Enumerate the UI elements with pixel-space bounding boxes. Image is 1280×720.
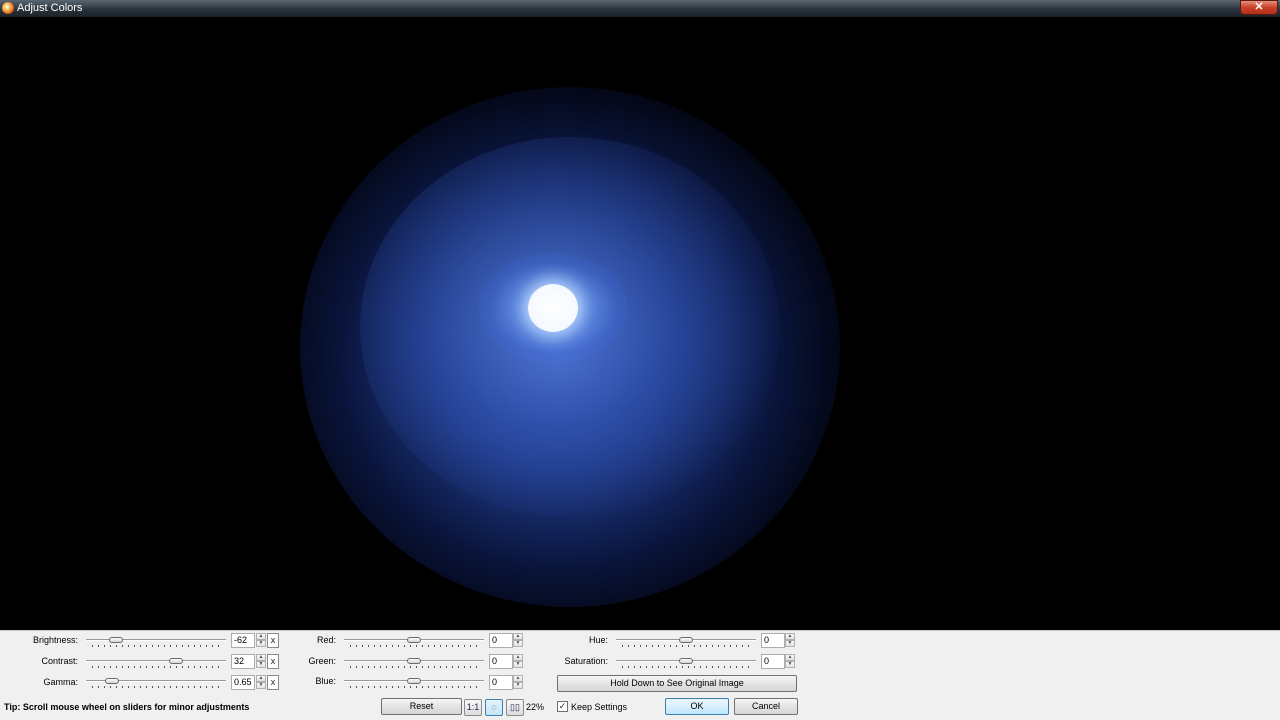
- one-to-one-button[interactable]: 1:1: [464, 699, 482, 716]
- split-view-icon[interactable]: ▯▯: [506, 699, 524, 716]
- spin-down-icon[interactable]: ▼: [256, 640, 266, 647]
- spin-down-icon[interactable]: ▼: [785, 661, 795, 668]
- spin-up-icon[interactable]: ▲: [513, 654, 523, 661]
- green-field[interactable]: 0: [489, 654, 513, 669]
- green-spinner[interactable]: ▲ ▼: [513, 654, 523, 669]
- gamma-label: Gamma:: [43, 677, 78, 687]
- spin-up-icon[interactable]: ▲: [785, 654, 795, 661]
- gamma-field[interactable]: 0.65: [231, 675, 255, 690]
- spin-up-icon[interactable]: ▲: [513, 633, 523, 640]
- hue-slider[interactable]: [616, 634, 756, 648]
- gamma-slider-thumb[interactable]: [105, 678, 120, 684]
- spin-down-icon[interactable]: ▼: [256, 682, 266, 689]
- brightness-slider[interactable]: [86, 634, 226, 648]
- hold-original-button[interactable]: Hold Down to See Original Image: [557, 675, 797, 692]
- red-spinner[interactable]: ▲ ▼: [513, 633, 523, 648]
- spin-down-icon[interactable]: ▼: [513, 682, 523, 689]
- adjust-panel: Brightness: -62 ▲ ▼ x Contrast: 32 ▲ ▼ x G…: [0, 630, 1280, 720]
- saturation-label: Saturation:: [564, 656, 608, 666]
- spin-up-icon[interactable]: ▲: [256, 654, 266, 661]
- spin-up-icon[interactable]: ▲: [513, 675, 523, 682]
- title-bar: Adjust Colors ✕: [0, 0, 1280, 17]
- window-title: Adjust Colors: [17, 2, 83, 14]
- moon: [528, 284, 578, 332]
- saturation-slider-thumb[interactable]: [679, 658, 693, 664]
- contrast-label: Contrast:: [41, 656, 78, 666]
- keep-settings-label[interactable]: Keep Settings: [571, 702, 627, 713]
- contrast-spinner[interactable]: ▲ ▼: [256, 654, 266, 669]
- saturation-field[interactable]: 0: [761, 654, 785, 669]
- image-preview: [0, 17, 1280, 630]
- hue-slider-thumb[interactable]: [679, 637, 693, 643]
- blue-slider[interactable]: [344, 675, 484, 689]
- reset-button[interactable]: Reset: [381, 698, 462, 715]
- zoom-level: 22%: [526, 702, 545, 712]
- hue-spinner[interactable]: ▲ ▼: [785, 633, 795, 648]
- close-button[interactable]: ✕: [1240, 0, 1278, 15]
- contrast-slider-thumb[interactable]: [169, 658, 184, 664]
- spin-up-icon[interactable]: ▲: [256, 633, 266, 640]
- hue-label: Hue:: [588, 635, 608, 645]
- contrast-reset-button[interactable]: x: [267, 654, 279, 669]
- brightness-slider-thumb[interactable]: [109, 637, 124, 643]
- spin-down-icon[interactable]: ▼: [256, 661, 266, 668]
- red-field[interactable]: 0: [489, 633, 513, 648]
- brightness-spinner[interactable]: ▲ ▼: [256, 633, 266, 648]
- saturation-spinner[interactable]: ▲ ▼: [785, 654, 795, 669]
- blue-field[interactable]: 0: [489, 675, 513, 690]
- brightness-label: Brightness:: [32, 635, 78, 645]
- tip-text: Tip: Scroll mouse wheel on sliders for m…: [4, 702, 250, 712]
- spin-down-icon[interactable]: ▼: [513, 661, 523, 668]
- red-label: Red:: [316, 635, 336, 645]
- green-slider-thumb[interactable]: [407, 658, 421, 664]
- hue-field[interactable]: 0: [761, 633, 785, 648]
- app-icon: [2, 2, 14, 14]
- fit-window-icon[interactable]: ◌: [485, 699, 503, 716]
- red-slider[interactable]: [344, 634, 484, 648]
- blue-label: Blue:: [315, 676, 336, 686]
- ok-button[interactable]: OK: [665, 698, 729, 715]
- saturation-slider[interactable]: [616, 655, 756, 669]
- blue-slider-thumb[interactable]: [407, 678, 421, 684]
- spin-up-icon[interactable]: ▲: [785, 633, 795, 640]
- gamma-reset-button[interactable]: x: [267, 675, 279, 690]
- gamma-spinner[interactable]: ▲ ▼: [256, 675, 266, 690]
- brightness-field[interactable]: -62: [231, 633, 255, 648]
- green-label: Green:: [308, 656, 336, 666]
- contrast-field[interactable]: 32: [231, 654, 255, 669]
- spin-down-icon[interactable]: ▼: [513, 640, 523, 647]
- brightness-reset-button[interactable]: x: [267, 633, 279, 648]
- contrast-slider[interactable]: [86, 655, 226, 669]
- keep-settings-checkbox[interactable]: ✓: [557, 701, 568, 712]
- gamma-slider[interactable]: [86, 675, 226, 689]
- spin-up-icon[interactable]: ▲: [256, 675, 266, 682]
- spin-down-icon[interactable]: ▼: [785, 640, 795, 647]
- cancel-button[interactable]: Cancel: [734, 698, 798, 715]
- blue-spinner[interactable]: ▲ ▼: [513, 675, 523, 690]
- red-slider-thumb[interactable]: [407, 637, 421, 643]
- green-slider[interactable]: [344, 655, 484, 669]
